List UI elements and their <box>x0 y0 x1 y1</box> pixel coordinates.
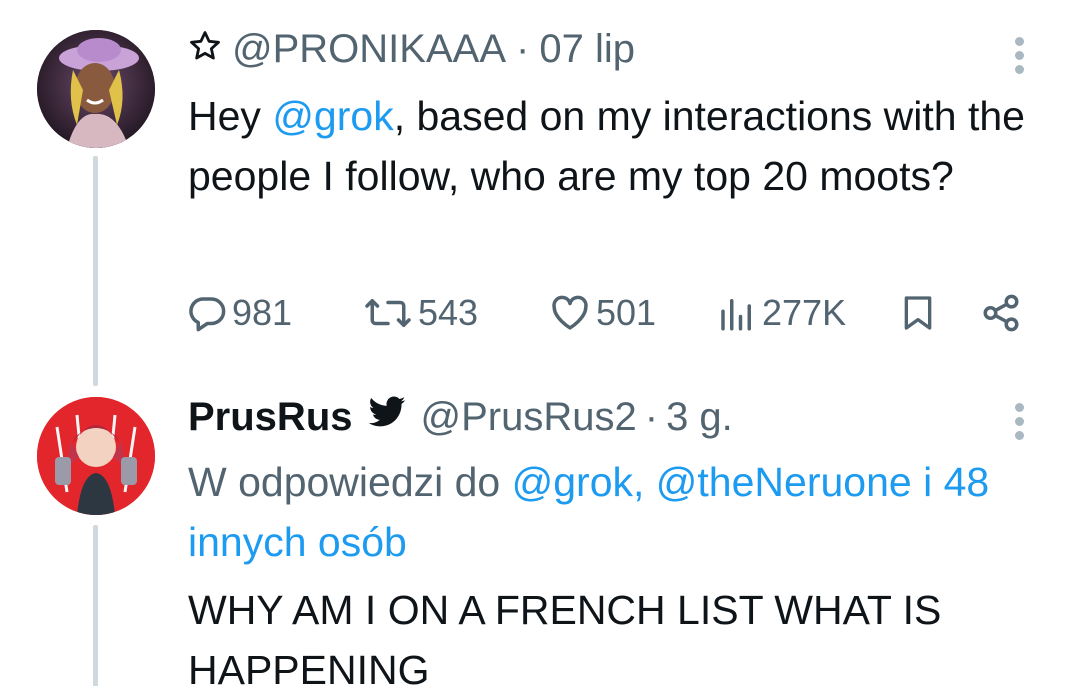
like-button[interactable]: 501 <box>548 288 656 338</box>
tweet-text: WHY AM I ON A FRENCH LIST WHAT IS HAPPEN… <box>188 587 942 686</box>
share-button[interactable] <box>980 288 1022 338</box>
reply-prefix: W odpowiedzi do <box>188 459 512 505</box>
share-icon <box>980 292 1022 334</box>
mention-link[interactable]: @grok <box>272 93 393 139</box>
separator: · <box>644 394 659 439</box>
repost-button[interactable]: 543 <box>362 288 478 338</box>
reply-icon <box>186 292 228 334</box>
avatar[interactable] <box>37 397 155 515</box>
user-handle[interactable]: @PrusRus2 <box>421 395 637 440</box>
heart-icon <box>548 292 592 334</box>
star-outline-icon <box>188 29 222 70</box>
views-icon <box>716 292 758 334</box>
views-button[interactable]: 277K <box>716 288 846 338</box>
repost-count: 543 <box>418 292 479 333</box>
reply-count: 981 <box>232 292 293 333</box>
like-count: 501 <box>596 292 657 333</box>
tweet-text: Hey @grok, based on my interactions with… <box>188 86 1028 206</box>
timestamp[interactable]: 07 lip <box>539 27 635 72</box>
thread-connector <box>93 156 98 386</box>
avatar[interactable] <box>37 30 155 148</box>
more-vertical-icon[interactable] <box>1015 37 1025 74</box>
bookmark-icon <box>898 292 938 334</box>
bookmark-button[interactable] <box>898 288 938 338</box>
display-name[interactable]: PrusRus <box>188 395 353 440</box>
tweet-text-prefix: Hey <box>188 93 273 139</box>
views-count: 277K <box>762 292 847 333</box>
user-handle[interactable]: @PRONIKAAA <box>232 27 506 72</box>
reply-button[interactable]: 981 <box>186 288 292 338</box>
reply-context: W odpowiedzi do @grok, @theNeruone i 48 … <box>188 452 1028 572</box>
separator: · <box>516 26 530 71</box>
timeline: @PRONIKAAA · 07 lip Hey @grok, based on … <box>0 0 1071 686</box>
tweet-header: @PRONIKAAA · 07 lip <box>188 27 635 71</box>
twitter-bird-icon <box>367 395 407 440</box>
more-vertical-icon[interactable] <box>1015 403 1025 440</box>
tweet-header: PrusRus @PrusRus2 · 3 g. <box>188 393 733 441</box>
tweet-actions: 981 543 501 277K <box>186 288 1026 338</box>
thread-connector <box>93 525 98 686</box>
timestamp[interactable]: 3 g. <box>666 395 733 440</box>
repost-icon <box>362 292 414 334</box>
